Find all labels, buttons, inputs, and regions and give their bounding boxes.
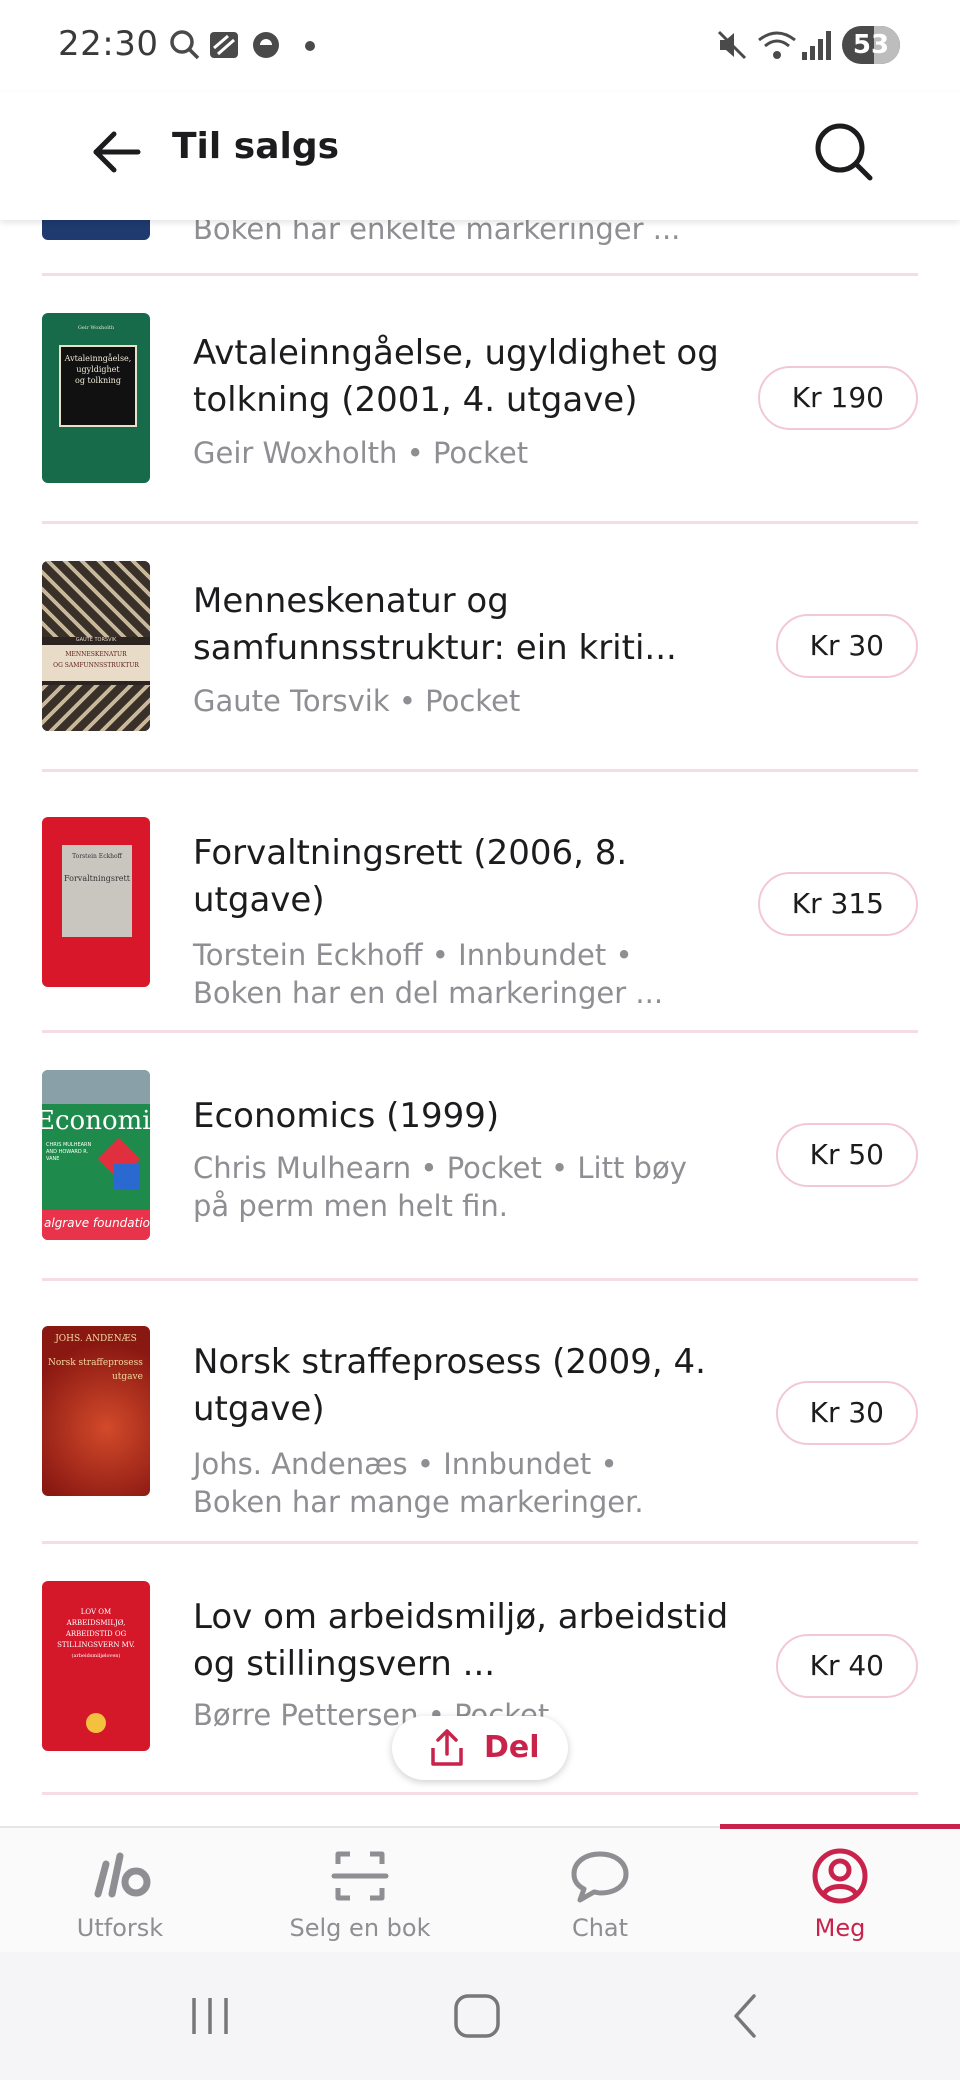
nav-item-chat[interactable]: Chat xyxy=(480,1828,720,1954)
book-cover-partial xyxy=(42,220,150,240)
cover-author: GAUTE TORSVIK xyxy=(75,637,117,643)
recent-apps-icon[interactable] xyxy=(186,1994,234,2038)
divider xyxy=(42,1792,918,1795)
list-item[interactable]: Avtaleinngåelse, ugyldighet og tolkning … xyxy=(0,276,960,523)
cover-line: og tolkning xyxy=(75,376,121,385)
book-cover: JOHS. ANDENÆS Norsk straffeprosess utgav… xyxy=(42,1326,150,1496)
listing-list: Boken har enkelte markeringer ... Avtale… xyxy=(0,220,960,1826)
list-item[interactable]: JOHS. ANDENÆS Norsk straffeprosess utgav… xyxy=(0,1281,960,1543)
cover-line: utgave xyxy=(112,1372,143,1382)
nav-item-selg[interactable]: Selg en bok xyxy=(240,1828,480,1954)
search-notification-icon xyxy=(170,30,200,60)
wifi-icon xyxy=(758,31,796,59)
nav-label: Meg xyxy=(814,1914,866,1942)
app-notification-icon xyxy=(210,32,238,58)
price-button[interactable]: Kr 30 xyxy=(775,1381,918,1445)
home-icon[interactable] xyxy=(452,1992,502,2040)
cover-line: Avtaleinngåelse, xyxy=(64,354,132,363)
cover-line: OG SAMFUNNSSTRUKTUR xyxy=(53,662,139,669)
cover-label: Avtaleinngåelse, ugyldighet og tolkning xyxy=(59,345,137,427)
list-item[interactable]: Torstein Eckhoff Forvaltningsrett Forval… xyxy=(0,772,960,1032)
page-title: Til salgs xyxy=(172,126,340,167)
cover-author: JOHS. ANDENÆS xyxy=(55,1334,137,1344)
system-nav-bar xyxy=(0,1952,960,2080)
cover-line: Norsk straffeprosess xyxy=(48,1358,143,1368)
cover-footer-text: algrave foundations xyxy=(44,1216,150,1230)
book-cover: Torstein Eckhoff Forvaltningsrett xyxy=(42,817,150,987)
status-bar: 22:30 53 xyxy=(0,0,960,92)
cover-line: ugyldighet xyxy=(76,365,120,374)
app-notification-icon-2 xyxy=(253,32,279,58)
publisher-logo-icon xyxy=(86,1713,106,1733)
mute-icon xyxy=(717,30,747,60)
listing-title: Economics (1999) xyxy=(193,1096,500,1136)
cover-line: ARBEIDSMILJØ, xyxy=(66,1619,126,1627)
battery-icon: 53 xyxy=(842,26,900,64)
cover-line: Forvaltningsrett xyxy=(64,874,130,883)
cover-author: Geir Woxholth xyxy=(77,325,115,331)
cover-art-top xyxy=(42,1070,150,1104)
share-label: Del xyxy=(484,1730,540,1765)
cover-line: Economics xyxy=(42,1106,150,1136)
book-cover: MENNESKENATUR OG SAMFUNNSSTRUKTUR GAUTE … xyxy=(42,561,150,731)
listing-subtitle: Geir Woxholth • Pocket xyxy=(193,436,529,470)
listing-subtitle-partial: Boken har enkelte markeringer ... xyxy=(193,220,681,246)
cover-author: (arbeidsmiljøloven) xyxy=(71,1653,121,1659)
cover-author: CHRIS MULHEARN AND HOWARD R. VANE xyxy=(46,1142,92,1162)
cover-line: LOV OM xyxy=(80,1608,112,1616)
system-back-icon[interactable] xyxy=(726,1992,766,2040)
back-arrow-icon[interactable] xyxy=(84,120,148,184)
cover-art-bottom xyxy=(42,685,150,731)
status-time: 22:30 xyxy=(58,24,159,64)
listing-title: Lov om arbeidsmiljø, arbeidstid og still… xyxy=(193,1597,729,1684)
price-button[interactable]: Kr 315 xyxy=(757,872,918,936)
price-button[interactable]: Kr 40 xyxy=(775,1634,918,1698)
search-icon[interactable] xyxy=(808,116,880,188)
cover-art-top xyxy=(42,561,150,637)
listing-title: Norsk straffeprosess (2009, 4. utgave) xyxy=(193,1342,706,1429)
listing-subtitle: Gaute Torsvik • Pocket xyxy=(193,684,521,718)
bottom-nav: Utforsk Selg en bok Chat Meg xyxy=(0,1824,960,1954)
share-button[interactable]: Del xyxy=(392,1716,568,1780)
cover-line: MENNESKENATUR xyxy=(65,651,127,658)
price-button[interactable]: Kr 190 xyxy=(757,366,918,430)
chat-bubble-icon xyxy=(571,1851,629,1903)
share-icon xyxy=(431,1729,463,1766)
list-item[interactable]: Economics CHRIS MULHEARN AND HOWARD R. V… xyxy=(0,1033,960,1280)
listing-subtitle: Torstein Eckhoff • Innbundet • Boken har… xyxy=(193,938,664,1010)
app-header: Til salgs xyxy=(0,92,960,220)
nav-label: Utforsk xyxy=(76,1914,164,1942)
cover-label: MENNESKENATUR OG SAMFUNNSSTRUKTUR xyxy=(42,645,150,681)
price-button[interactable]: Kr 30 xyxy=(775,614,918,678)
cover-author: Torstein Eckhoff xyxy=(72,853,122,860)
listing-title: Avtaleinngåelse, ugyldighet og tolkning … xyxy=(193,333,719,420)
explore-logo-icon xyxy=(94,1852,151,1898)
cover-line: ARBEIDSTID OG xyxy=(65,1630,127,1638)
nav-item-meg[interactable]: Meg xyxy=(720,1828,960,1954)
cover-line: STILLINGSVERN MV. xyxy=(57,1641,135,1649)
cover-label: Torstein Eckhoff Forvaltningsrett xyxy=(62,845,132,937)
book-cover: LOV OM ARBEIDSMILJØ, ARBEIDSTID OG STILL… xyxy=(42,1581,150,1751)
nav-label: Selg en bok xyxy=(289,1914,431,1942)
listing-subtitle: Johs. Andenæs • Innbundet • Boken har ma… xyxy=(193,1447,644,1519)
book-cover: Avtaleinngåelse, ugyldighet og tolkning … xyxy=(42,313,150,483)
cover-shape-blue xyxy=(114,1164,140,1190)
listing-title: Forvaltningsrett (2006, 8. utgave) xyxy=(193,833,628,920)
list-item[interactable]: MENNESKENATUR OG SAMFUNNSSTRUKTUR GAUTE … xyxy=(0,524,960,771)
listing-subtitle: Chris Mulhearn • Pocket • Litt bøy på pe… xyxy=(193,1151,687,1223)
more-notifications-dot-icon xyxy=(305,41,315,51)
nav-item-utforsk[interactable]: Utforsk xyxy=(0,1828,240,1954)
price-button[interactable]: Kr 50 xyxy=(775,1123,918,1187)
battery-level: 53 xyxy=(852,30,890,60)
scan-icon xyxy=(331,1851,389,1901)
book-cover: Economics CHRIS MULHEARN AND HOWARD R. V… xyxy=(42,1070,150,1240)
listing-title: Menneskenatur og samfunnsstruktur: ein k… xyxy=(193,581,677,668)
nav-label: Chat xyxy=(571,1914,629,1942)
signal-icon xyxy=(802,31,831,60)
cover-label: LOV OM ARBEIDSMILJØ, ARBEIDSTID OG STILL… xyxy=(42,1607,150,1662)
profile-icon xyxy=(812,1848,868,1904)
